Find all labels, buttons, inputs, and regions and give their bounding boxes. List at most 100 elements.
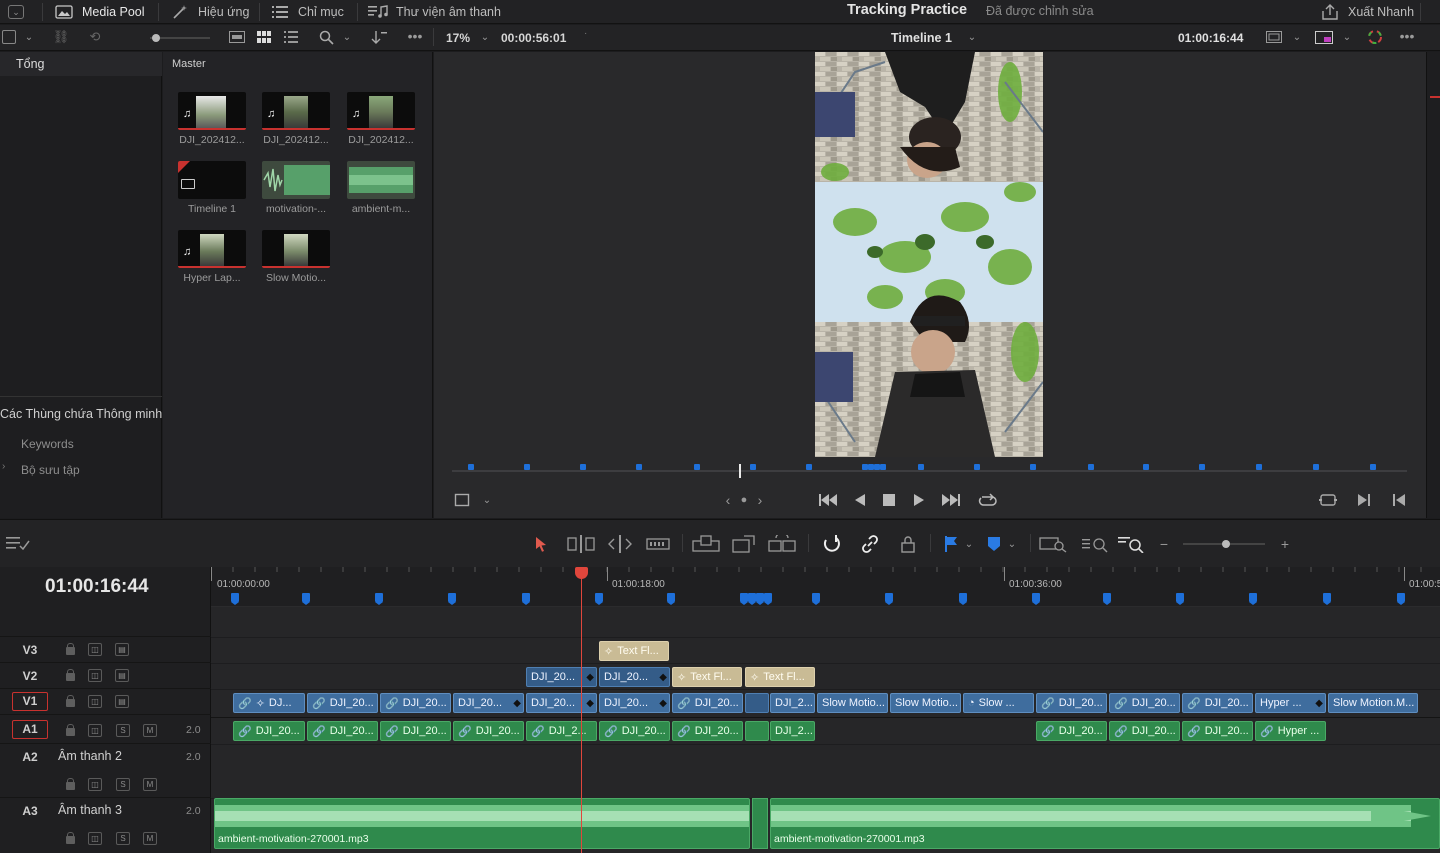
media-clip-thumbnail[interactable] (262, 230, 330, 268)
zoom-detail-icon[interactable] (1080, 534, 1110, 554)
track-label-a3[interactable]: Âm thanh 3 (58, 803, 122, 817)
quick-export-button[interactable]: Xuất Nhanh (1320, 0, 1414, 24)
grid-view-icon[interactable] (256, 30, 272, 44)
auto-select-icon[interactable]: ◫ (88, 669, 102, 682)
timeline-options-icon[interactable] (5, 534, 31, 552)
sound-library-button[interactable]: Thư viện âm thanh (368, 0, 501, 24)
video-frame[interactable] (815, 52, 1043, 457)
track-enable-icon[interactable]: ▤ (115, 643, 129, 656)
timeline-marker[interactable] (885, 593, 893, 605)
audio-clip[interactable]: 🔗 DJI_20... (307, 721, 378, 741)
audio-clip-small[interactable] (752, 798, 768, 849)
search-icon[interactable] (317, 29, 335, 45)
fx-overlay-icon[interactable] (1314, 30, 1334, 44)
timeline-zoom-slider[interactable] (1183, 540, 1265, 548)
mute-button[interactable]: M (143, 832, 157, 845)
viewer-playhead[interactable] (739, 464, 741, 478)
solo-button[interactable]: S (116, 832, 130, 845)
chevron-left-icon[interactable]: ‹ (722, 492, 734, 508)
audio-clip[interactable]: DJI_2... (770, 721, 815, 741)
slider-handle[interactable] (1222, 540, 1230, 548)
viewer-marker[interactable] (1256, 464, 1262, 470)
color-wheel-icon[interactable] (1366, 29, 1384, 45)
timeline-marker[interactable] (959, 593, 967, 605)
audio-clip[interactable]: 🔗 Hyper ... (1255, 721, 1326, 741)
zoom-custom-icon[interactable] (1116, 534, 1146, 554)
audio-clip[interactable]: 🔗 DJI_20... (453, 721, 524, 741)
timeline-marker[interactable] (595, 593, 603, 605)
chevron-down-icon[interactable]: ⌄ (965, 29, 979, 45)
viewer-marker[interactable] (1199, 464, 1205, 470)
audio-clip-long[interactable]: ambient-motivation-270001.mp3 (214, 798, 750, 849)
timeline-marker[interactable] (375, 593, 383, 605)
chevron-down-icon[interactable]: ⌄ (340, 29, 354, 45)
viewer-marker[interactable] (918, 464, 924, 470)
audio-clip-long[interactable]: ambient-motivation-270001.mp3 (770, 798, 1440, 849)
chevron-right-icon[interactable]: › (2, 461, 5, 472)
audio-clip[interactable]: 🔗 DJI_20... (599, 721, 670, 741)
track-header-v2[interactable]: V2 ◫ ▤ (0, 663, 211, 689)
audio-clip[interactable]: 🔗 DJI_20... (672, 721, 743, 741)
skip-to-end-icon[interactable] (940, 491, 962, 509)
video-clip[interactable]: DJI_20... ◆ (599, 693, 670, 713)
mute-button[interactable]: M (143, 778, 157, 791)
viewer-marker[interactable] (1313, 464, 1319, 470)
video-clip[interactable]: DJI_20... ◆ (526, 693, 597, 713)
media-clip-thumbnail[interactable]: ♫ (262, 92, 330, 130)
next-clip-icon[interactable] (1355, 491, 1373, 509)
lock-icon[interactable] (66, 778, 75, 790)
zoom-full-icon[interactable] (1038, 534, 1068, 554)
viewer-scrubber-track[interactable] (452, 470, 1407, 472)
media-pool-button[interactable]: Media Pool (54, 0, 145, 24)
linked-selection-icon[interactable] (858, 533, 882, 555)
metadata-view-icon[interactable] (228, 30, 246, 44)
chevron-right-icon[interactable]: › (754, 492, 766, 508)
text-clip[interactable]: ✧ Text Fl... (745, 667, 815, 687)
viewer-marker[interactable] (1143, 464, 1149, 470)
timeline-marker[interactable] (1397, 593, 1405, 605)
timeline-marker[interactable] (1249, 593, 1257, 605)
video-clip[interactable]: 🔗 DJI_20... (1109, 693, 1180, 713)
track-name-v3[interactable]: V3 (12, 643, 48, 657)
timeline-playhead-line[interactable] (581, 573, 582, 853)
track-header-v3[interactable]: V3 ◫ ▤ (0, 637, 211, 663)
audio-clip[interactable]: 🔗 DJI_20... (1109, 721, 1180, 741)
track-name-a2[interactable]: A2 (12, 750, 48, 764)
previous-clip-icon[interactable] (1390, 491, 1408, 509)
timeline-thumbnail[interactable] (178, 161, 246, 199)
viewer-marker[interactable] (806, 464, 812, 470)
inspector-collapsed-strip[interactable] (1426, 52, 1440, 518)
timeline-marker[interactable] (1103, 593, 1111, 605)
viewer-marker[interactable] (1370, 464, 1376, 470)
audio-clip[interactable]: 🔗 DJI_20... (233, 721, 305, 741)
viewer-marker[interactable] (974, 464, 980, 470)
video-clip-small[interactable] (745, 693, 769, 713)
chevron-down-icon[interactable]: ⌄ (1005, 534, 1019, 554)
list-view-icon[interactable] (283, 30, 299, 44)
dynamic-trim-icon[interactable] (606, 534, 634, 554)
viewer-marker[interactable] (750, 464, 756, 470)
media-clip-thumbnail[interactable]: ♫ (178, 92, 246, 130)
timeline-marker[interactable] (302, 593, 310, 605)
viewer-mode-icon[interactable] (1265, 30, 1283, 44)
audio-clip[interactable]: 🔗 DJI_20... (1036, 721, 1107, 741)
lock-icon[interactable] (66, 669, 75, 681)
audio-clip-small[interactable] (745, 721, 769, 741)
bin-root[interactable]: Tổng (16, 57, 45, 71)
flag-icon[interactable] (942, 534, 960, 554)
video-clip[interactable]: 🔗 DJI_20... (1182, 693, 1253, 713)
timeline-marker[interactable] (1323, 593, 1331, 605)
lock-icon[interactable] (66, 832, 75, 844)
auto-select-icon[interactable]: ◫ (88, 643, 102, 656)
loop-icon[interactable] (977, 490, 999, 510)
zoom-out-icon[interactable]: − (1156, 534, 1172, 554)
more-options-icon[interactable]: ••• (1396, 28, 1418, 44)
chevron-down-icon[interactable]: ⌄ (1290, 29, 1304, 45)
audio-clip[interactable]: 🔗 DJI_20... (380, 721, 451, 741)
lock-icon[interactable] (66, 643, 75, 655)
track-enable-icon[interactable]: ▤ (115, 695, 129, 708)
video-clip[interactable]: 🔗 DJI_20... (672, 693, 743, 713)
track-header-a1[interactable]: A1 ◫ S M 2.0 (0, 717, 211, 744)
auto-select-icon[interactable]: ◫ (88, 778, 102, 791)
chevron-down-icon[interactable]: ⌄ (478, 29, 492, 45)
